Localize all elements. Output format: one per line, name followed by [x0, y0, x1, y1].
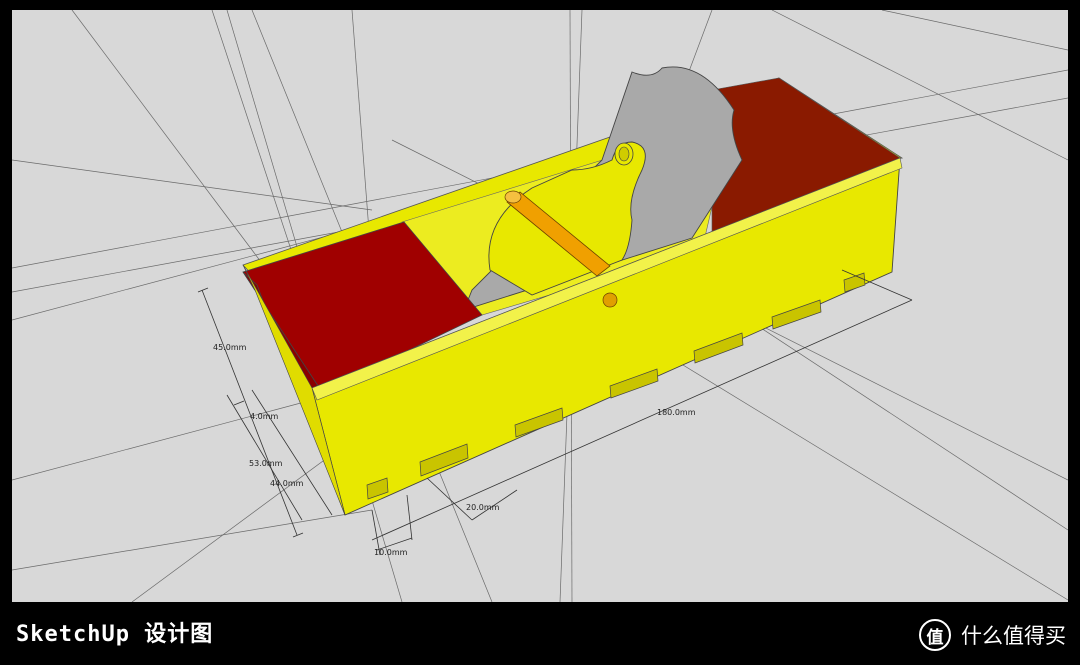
dim-joint-spacing: 20.0mm: [466, 503, 500, 512]
model-viewport[interactable]: 45.0mm 4.0mm 53.0mm 44.0mm 180.0mm 20.0m…: [12, 10, 1068, 602]
dim-wall: 4.0mm: [250, 412, 279, 421]
sketchup-screenshot-frame: 45.0mm 4.0mm 53.0mm 44.0mm 180.0mm 20.0m…: [0, 0, 1080, 665]
dim-height-outer: 45.0mm: [213, 343, 247, 352]
dim-length: 180.0mm: [657, 408, 696, 417]
dim-inner-height: 44.0mm: [270, 479, 304, 488]
smzdm-logo-icon: 值: [919, 619, 951, 651]
caption-bar: SketchUp 设计图 值 什么值得买: [0, 602, 1080, 665]
dim-total-height: 53.0mm: [249, 459, 283, 468]
caption-text: SketchUp 设计图: [16, 622, 214, 647]
dim-joint-width: 10.0mm: [374, 548, 408, 557]
watermark: 值 什么值得买: [919, 618, 1066, 652]
side-hole: [602, 292, 618, 308]
watermark-text: 什么值得买: [961, 624, 1066, 648]
hand-plane-model-drawing: 45.0mm 4.0mm 53.0mm 44.0mm 180.0mm 20.0m…: [12, 10, 1068, 602]
